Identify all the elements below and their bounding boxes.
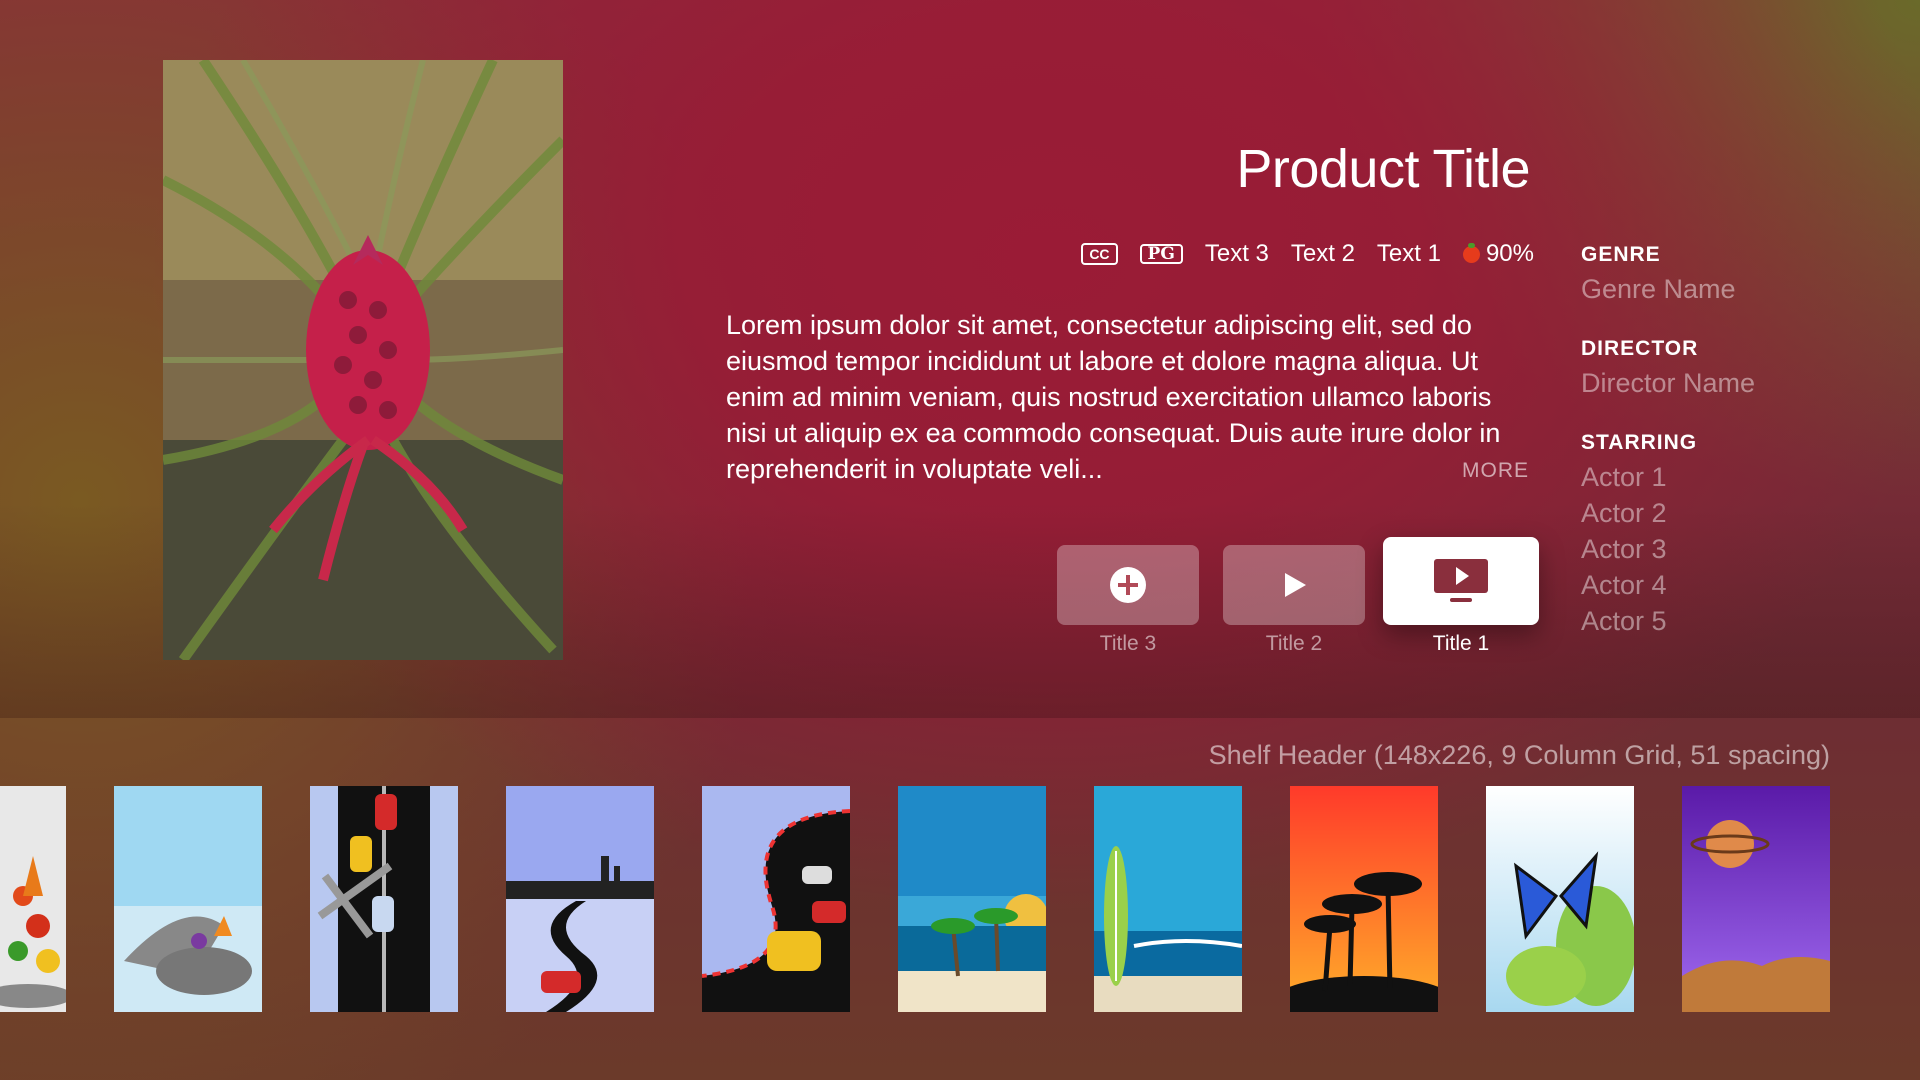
rating-pg-badge: PG	[1139, 244, 1183, 264]
meta-text-1: Text 1	[1376, 240, 1441, 267]
starring-header: STARRING	[1581, 431, 1698, 454]
director-group: DIRECTOR Director Name	[1581, 337, 1881, 401]
product-poster	[163, 60, 563, 660]
shelf-item-race-track[interactable]	[310, 786, 458, 1012]
actor-item[interactable]: Actor 3	[1581, 531, 1881, 567]
info-panel: GENRE Genre Name DIRECTOR Director Name …	[1581, 243, 1881, 669]
critic-rating: 90%	[1462, 240, 1534, 268]
more-link[interactable]: MORE	[1462, 459, 1529, 483]
actor-item[interactable]: Actor 5	[1581, 603, 1881, 639]
actor-item[interactable]: Actor 4	[1581, 567, 1881, 603]
shelf-item-surfboard-beach[interactable]	[1094, 786, 1242, 1012]
metadata-row: CC PG Text 3 Text 2 Text 1 90%	[1081, 240, 1534, 268]
meta-text-2: Text 2	[1290, 240, 1355, 267]
tomato-icon	[1462, 242, 1480, 263]
title-3-label: Title 3	[1099, 632, 1157, 655]
title-3-button[interactable]	[1057, 545, 1199, 625]
title-2-label: Title 2	[1265, 632, 1323, 655]
title-1-label: Title 1	[1432, 632, 1490, 655]
genre-value[interactable]: Genre Name	[1581, 271, 1881, 307]
shelf-header: Shelf Header (148x226, 9 Column Grid, 51…	[1208, 740, 1830, 770]
shelf-item-vegetables[interactable]	[0, 786, 66, 1012]
meta-text-3: Text 3	[1204, 240, 1269, 267]
director-header: DIRECTOR	[1581, 337, 1699, 360]
shelf-item-beach-hammock[interactable]	[898, 786, 1046, 1012]
starring-group: STARRING Actor 1 Actor 2 Actor 3 Actor 4…	[1581, 431, 1881, 639]
actor-item[interactable]: Actor 1	[1581, 459, 1881, 495]
genre-header: GENRE	[1581, 243, 1661, 266]
shelf-item-city-road[interactable]	[506, 786, 654, 1012]
title-1-button[interactable]	[1383, 537, 1539, 625]
genre-group: GENRE Genre Name	[1581, 243, 1881, 307]
closed-captions-badge: CC	[1081, 243, 1118, 265]
shelf-item-palm-sunset[interactable]	[1290, 786, 1438, 1012]
product-description[interactable]: Lorem ipsum dolor sit amet, consectetur …	[726, 307, 1536, 487]
tv-play-icon	[1434, 559, 1488, 602]
rating-value: 90%	[1485, 240, 1534, 267]
director-value[interactable]: Director Name	[1581, 365, 1881, 401]
shelf-item-racing-curve[interactable]	[702, 786, 850, 1012]
shelf-item-grill[interactable]	[114, 786, 262, 1012]
shelf-item-butterfly[interactable]	[1486, 786, 1634, 1012]
play-icon	[1285, 573, 1306, 597]
title-2-button[interactable]	[1223, 545, 1365, 625]
plus-circle-icon	[1110, 567, 1146, 603]
actor-item[interactable]: Actor 2	[1581, 495, 1881, 531]
product-title: Product Title	[1236, 139, 1530, 199]
shelf-item-planet-space[interactable]	[1682, 786, 1830, 1012]
